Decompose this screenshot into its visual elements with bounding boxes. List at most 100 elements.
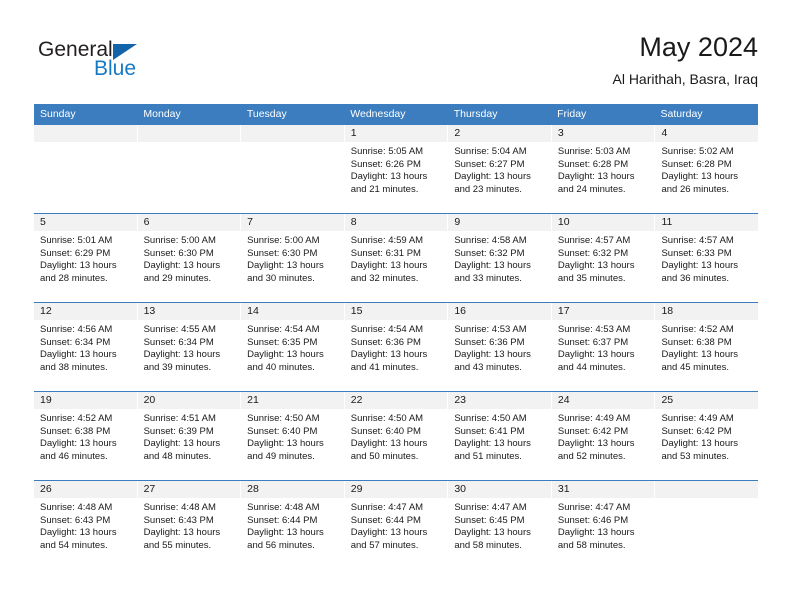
- day-cell[interactable]: 20 Sunrise: 4:51 AM Sunset: 6:39 PM Dayl…: [137, 392, 242, 480]
- day-cell[interactable]: 30 Sunrise: 4:47 AM Sunset: 6:45 PM Dayl…: [448, 481, 552, 569]
- sunset-line: Sunset: 6:29 PM: [40, 247, 111, 259]
- day-details: Sunrise: 4:58 AM Sunset: 6:32 PM Dayligh…: [448, 231, 551, 285]
- sunrise-line: Sunrise: 4:53 AM: [557, 324, 631, 335]
- day-cell[interactable]: 16 Sunrise: 4:53 AM Sunset: 6:36 PM Dayl…: [448, 303, 552, 391]
- day-number: 24: [551, 392, 655, 409]
- day-details: Sunrise: 4:50 AM Sunset: 6:41 PM Dayligh…: [448, 409, 551, 463]
- day-details: Sunrise: 5:02 AM Sunset: 6:28 PM Dayligh…: [655, 142, 758, 196]
- sunrise-line: Sunrise: 4:57 AM: [557, 235, 631, 246]
- sunrise-line: Sunrise: 5:04 AM: [454, 146, 527, 157]
- weekday-header-friday: Friday: [557, 108, 587, 120]
- day-number: 25: [655, 392, 759, 409]
- day-cell[interactable]: 3 Sunrise: 5:03 AM Sunset: 6:28 PM Dayli…: [551, 125, 656, 213]
- day-cell[interactable]: 25 Sunrise: 4:49 AM Sunset: 6:42 PM Dayl…: [655, 392, 759, 480]
- daylight-line-2: and 58 minutes.: [454, 539, 522, 551]
- day-number: 18: [655, 303, 759, 320]
- day-details: Sunrise: 5:03 AM Sunset: 6:28 PM Dayligh…: [552, 142, 655, 196]
- day-cell[interactable]: 10 Sunrise: 4:57 AM Sunset: 6:32 PM Dayl…: [551, 214, 656, 302]
- day-details: [138, 142, 241, 146]
- day-details: Sunrise: 5:00 AM Sunset: 6:30 PM Dayligh…: [138, 231, 241, 285]
- day-details: Sunrise: 5:01 AM Sunset: 6:29 PM Dayligh…: [34, 231, 137, 285]
- day-cell[interactable]: 19 Sunrise: 4:52 AM Sunset: 6:38 PM Dayl…: [34, 392, 138, 480]
- day-cell[interactable]: 9 Sunrise: 4:58 AM Sunset: 6:32 PM Dayli…: [448, 214, 552, 302]
- weekday-header-wednesday: Wednesday: [350, 108, 406, 120]
- daylight-line-2: and 49 minutes.: [247, 450, 315, 462]
- day-cell[interactable]: 1 Sunrise: 5:05 AM Sunset: 6:26 PM Dayli…: [344, 125, 449, 213]
- sunrise-line: Sunrise: 5:01 AM: [40, 235, 113, 246]
- calendar-week-row: 1 Sunrise: 5:05 AM Sunset: 6:26 PM Dayli…: [34, 124, 759, 213]
- day-number: 12: [34, 303, 137, 320]
- sunset-line: Sunset: 6:41 PM: [454, 425, 525, 437]
- daylight-line-2: and 40 minutes.: [247, 361, 315, 373]
- day-cell[interactable]: 31 Sunrise: 4:47 AM Sunset: 6:46 PM Dayl…: [551, 481, 656, 569]
- day-number: 22: [344, 392, 448, 409]
- day-cell[interactable]: 17 Sunrise: 4:53 AM Sunset: 6:37 PM Dayl…: [551, 303, 656, 391]
- daylight-line-1: Daylight: 13 hours: [247, 260, 324, 272]
- sunrise-line: Sunrise: 4:48 AM: [247, 502, 320, 513]
- title-block: May 2024 Al Harithah, Basra, Iraq: [612, 30, 758, 90]
- day-cell[interactable]: 8 Sunrise: 4:59 AM Sunset: 6:31 PM Dayli…: [344, 214, 449, 302]
- daylight-line-2: and 29 minutes.: [143, 272, 212, 284]
- sunset-line: Sunset: 6:42 PM: [557, 425, 629, 437]
- page-subtitle: Al Harithah, Basra, Iraq: [612, 71, 758, 87]
- day-number: 13: [137, 303, 241, 320]
- day-cell[interactable]: 15 Sunrise: 4:54 AM Sunset: 6:36 PM Dayl…: [344, 303, 449, 391]
- daylight-line-1: Daylight: 13 hours: [247, 527, 324, 539]
- day-details: Sunrise: 4:51 AM Sunset: 6:39 PM Dayligh…: [138, 409, 241, 463]
- day-details: Sunrise: 4:52 AM Sunset: 6:38 PM Dayligh…: [34, 409, 137, 463]
- daylight-line-2: and 51 minutes.: [454, 450, 522, 462]
- day-cell[interactable]: 11 Sunrise: 4:57 AM Sunset: 6:33 PM Dayl…: [655, 214, 759, 302]
- day-number: 8: [344, 214, 448, 231]
- sunset-line: Sunset: 6:38 PM: [661, 336, 732, 348]
- day-number: 17: [551, 303, 655, 320]
- day-cell[interactable]: 28 Sunrise: 4:48 AM Sunset: 6:44 PM Dayl…: [241, 481, 345, 569]
- day-cell[interactable]: 18 Sunrise: 4:52 AM Sunset: 6:38 PM Dayl…: [655, 303, 759, 391]
- day-cell[interactable]: 22 Sunrise: 4:50 AM Sunset: 6:40 PM Dayl…: [344, 392, 449, 480]
- sunrise-line: Sunrise: 4:53 AM: [454, 324, 527, 335]
- day-number: 2: [448, 125, 551, 142]
- daylight-line-1: Daylight: 13 hours: [40, 438, 117, 450]
- daylight-line-2: and 21 minutes.: [350, 183, 419, 195]
- sunset-line: Sunset: 6:36 PM: [350, 336, 421, 348]
- day-cell[interactable]: 2 Sunrise: 5:04 AM Sunset: 6:27 PM Dayli…: [448, 125, 552, 213]
- daylight-line-1: Daylight: 13 hours: [143, 349, 221, 361]
- day-cell[interactable]: 7 Sunrise: 5:00 AM Sunset: 6:30 PM Dayli…: [241, 214, 345, 302]
- day-number: 29: [344, 481, 448, 498]
- day-details: Sunrise: 4:54 AM Sunset: 6:36 PM Dayligh…: [345, 320, 448, 374]
- day-cell[interactable]: 12 Sunrise: 4:56 AM Sunset: 6:34 PM Dayl…: [34, 303, 138, 391]
- day-cell[interactable]: 23 Sunrise: 4:50 AM Sunset: 6:41 PM Dayl…: [448, 392, 552, 480]
- general-blue-logo[interactable]: General Blue: [38, 38, 238, 94]
- day-cell[interactable]: 4 Sunrise: 5:02 AM Sunset: 6:28 PM Dayli…: [655, 125, 759, 213]
- day-cell[interactable]: 27 Sunrise: 4:48 AM Sunset: 6:43 PM Dayl…: [137, 481, 242, 569]
- day-number: 28: [241, 481, 344, 498]
- day-cell[interactable]: 5 Sunrise: 5:01 AM Sunset: 6:29 PM Dayli…: [34, 214, 138, 302]
- weekday-header-row: Sunday Monday Tuesday Wednesday Thursday…: [34, 104, 758, 124]
- sunset-line: Sunset: 6:28 PM: [557, 158, 629, 170]
- day-cell[interactable]: 13 Sunrise: 4:55 AM Sunset: 6:34 PM Dayl…: [137, 303, 242, 391]
- day-number: 1: [344, 125, 448, 142]
- day-cell[interactable]: 29 Sunrise: 4:47 AM Sunset: 6:44 PM Dayl…: [344, 481, 449, 569]
- day-cell[interactable]: 6 Sunrise: 5:00 AM Sunset: 6:30 PM Dayli…: [137, 214, 242, 302]
- day-number: 31: [551, 481, 655, 498]
- daylight-line-2: and 30 minutes.: [247, 272, 315, 284]
- sunrise-line: Sunrise: 4:54 AM: [247, 324, 320, 335]
- sunrise-line: Sunrise: 5:00 AM: [143, 235, 216, 246]
- day-number: 6: [137, 214, 241, 231]
- daylight-line-2: and 33 minutes.: [454, 272, 522, 284]
- sunset-line: Sunset: 6:40 PM: [350, 425, 421, 437]
- day-cell[interactable]: 26 Sunrise: 4:48 AM Sunset: 6:43 PM Dayl…: [34, 481, 138, 569]
- day-cell[interactable]: 24 Sunrise: 4:49 AM Sunset: 6:42 PM Dayl…: [551, 392, 656, 480]
- day-number: 19: [34, 392, 137, 409]
- sunrise-line: Sunrise: 4:52 AM: [40, 413, 113, 424]
- calendar-week-row: 26 Sunrise: 4:48 AM Sunset: 6:43 PM Dayl…: [34, 480, 759, 569]
- sunset-line: Sunset: 6:44 PM: [247, 514, 318, 526]
- day-cell: [241, 125, 345, 213]
- day-details: [34, 142, 137, 146]
- day-cell[interactable]: 14 Sunrise: 4:54 AM Sunset: 6:35 PM Dayl…: [241, 303, 345, 391]
- daylight-line-1: Daylight: 13 hours: [454, 527, 531, 539]
- day-details: Sunrise: 4:53 AM Sunset: 6:37 PM Dayligh…: [552, 320, 655, 374]
- sunset-line: Sunset: 6:45 PM: [454, 514, 525, 526]
- day-cell: [655, 481, 759, 569]
- day-cell[interactable]: 21 Sunrise: 4:50 AM Sunset: 6:40 PM Dayl…: [241, 392, 345, 480]
- daylight-line-2: and 56 minutes.: [247, 539, 315, 551]
